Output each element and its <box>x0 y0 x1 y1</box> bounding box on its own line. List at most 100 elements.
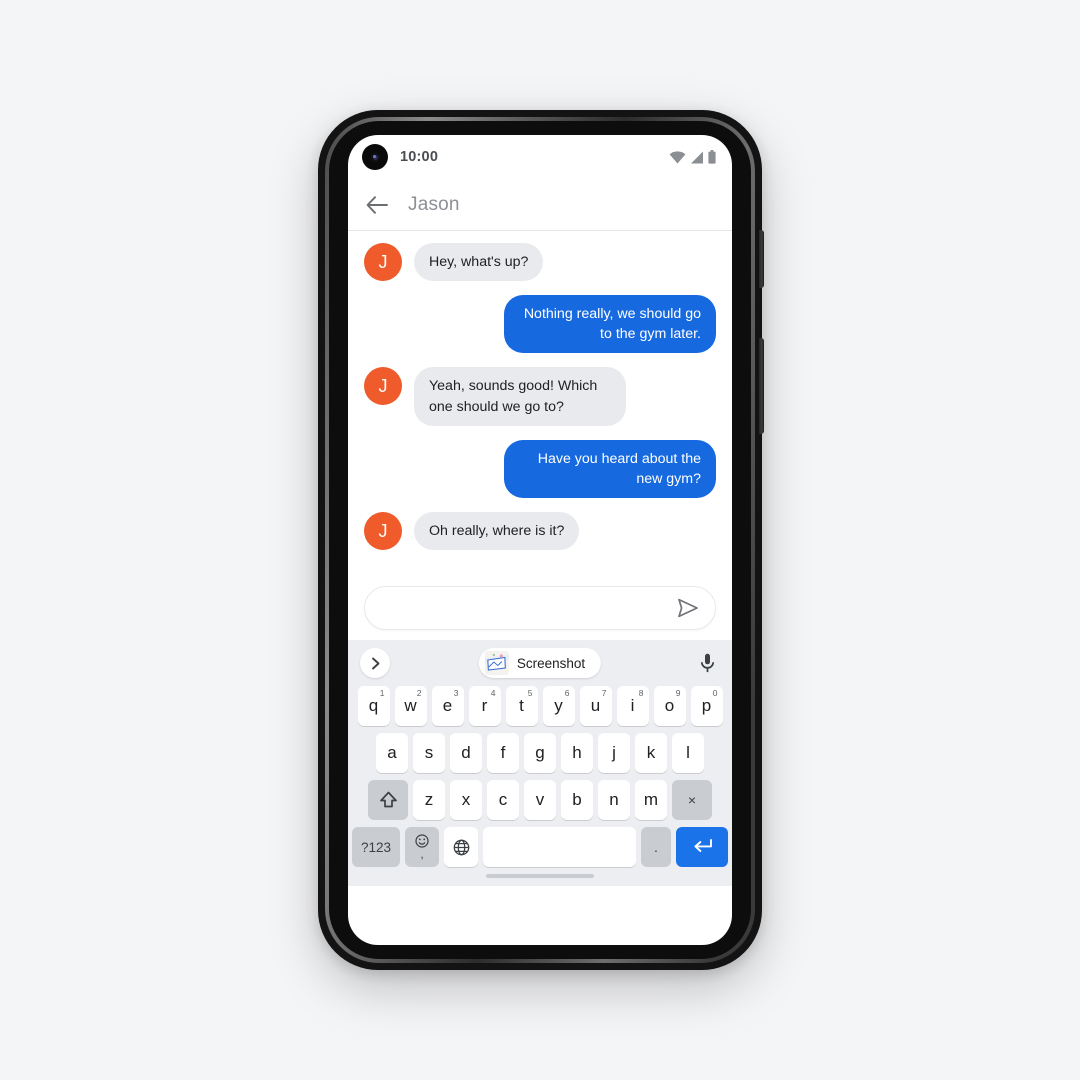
language-key[interactable] <box>444 827 478 867</box>
message-row: J Hey, what's up? <box>364 243 716 282</box>
message-row: J Yeah, sounds good! Which one should we… <box>364 367 716 426</box>
on-screen-keyboard: Screenshot 1q 2w 3e 4r 5 t 6 y 7 u 8 i 9… <box>348 640 732 886</box>
send-button[interactable] <box>675 595 701 621</box>
message-row: Have you heard about the new gym? <box>364 439 716 499</box>
key-label: y <box>554 696 563 715</box>
key-num: 5 <box>527 688 533 698</box>
key-a[interactable]: a <box>376 733 408 773</box>
key-y[interactable]: 6y <box>542 686 575 726</box>
key-num: 6 <box>564 688 570 698</box>
period-key[interactable]: . <box>641 827 671 867</box>
key-d[interactable]: d <box>450 733 482 773</box>
compose-bar[interactable] <box>364 586 716 630</box>
key-p[interactable]: 0p <box>690 686 723 726</box>
suggestion-bar: Screenshot <box>348 640 732 686</box>
message-bubble-outgoing[interactable]: Have you heard about the new gym? <box>504 439 716 499</box>
message-bubble-incoming[interactable]: Yeah, sounds good! Which one should we g… <box>414 367 626 426</box>
key-z[interactable]: z <box>413 780 445 820</box>
keyboard-row-2: a s d f g h j k l <box>348 733 732 773</box>
key-w[interactable]: 2w <box>394 686 427 726</box>
key-label: t <box>519 696 524 715</box>
key-e[interactable]: 3e <box>431 686 464 726</box>
key-num: 1 <box>379 688 385 698</box>
microphone-icon <box>700 653 714 673</box>
volume-button[interactable] <box>759 338 764 434</box>
key-b[interactable]: b <box>561 780 593 820</box>
key-label: o <box>664 696 675 715</box>
back-button[interactable] <box>364 192 390 218</box>
suggestion-chip-label: Screenshot <box>516 655 586 671</box>
key-label: u <box>590 696 601 715</box>
enter-key[interactable] <box>676 827 728 867</box>
chevron-right-icon <box>371 657 379 669</box>
symbols-key[interactable]: ?123 <box>352 827 400 867</box>
key-q[interactable]: 1q <box>357 686 390 726</box>
key-t[interactable]: 5t <box>505 686 538 726</box>
shift-key[interactable] <box>368 780 408 820</box>
key-num: 4 <box>490 688 496 698</box>
emoji-key[interactable]: , <box>405 827 439 867</box>
power-button[interactable] <box>759 230 764 288</box>
keyboard-row-4: ?123 , . <box>348 827 732 867</box>
key-num: 2 <box>416 688 422 698</box>
send-icon <box>678 598 698 618</box>
key-m[interactable]: m <box>635 780 667 820</box>
phone-device: 10:00 Jason J Hey, what's up? Nothing re… <box>318 110 764 970</box>
message-bubble-incoming[interactable]: Oh really, where is it? <box>414 512 580 551</box>
key-k[interactable]: k <box>635 733 667 773</box>
avatar: J <box>364 512 402 551</box>
key-label: w <box>404 696 417 715</box>
shift-icon <box>379 791 397 808</box>
key-l[interactable]: l <box>672 733 704 773</box>
key-label: e <box>442 696 453 715</box>
page-title: Jason <box>408 193 460 215</box>
wifi-icon <box>669 150 686 163</box>
avatar: J <box>364 367 402 406</box>
key-num: 8 <box>638 688 644 698</box>
status-time: 10:00 <box>400 149 439 165</box>
key-f[interactable]: f <box>487 733 519 773</box>
message-row: J Oh really, where is it? <box>364 512 716 551</box>
space-key[interactable] <box>483 827 636 867</box>
enter-icon <box>693 839 712 852</box>
key-r[interactable]: 4r <box>468 686 501 726</box>
key-h[interactable]: h <box>561 733 593 773</box>
key-c[interactable]: c <box>487 780 519 820</box>
expand-suggestions-button[interactable] <box>360 648 390 678</box>
key-x[interactable]: x <box>450 780 482 820</box>
message-thread: J Hey, what's up? Nothing really, we sho… <box>348 231 732 582</box>
key-label: q <box>368 696 379 715</box>
key-j[interactable]: j <box>598 733 630 773</box>
key-o[interactable]: 9o <box>653 686 686 726</box>
page-background: 10:00 Jason J Hey, what's up? Nothing re… <box>0 0 1080 1080</box>
key-i[interactable]: 8i <box>616 686 649 726</box>
emoji-icon <box>415 834 429 848</box>
message-row: Nothing really, we should go to the gym … <box>364 295 716 354</box>
avatar: J <box>364 243 402 281</box>
backspace-key[interactable]: × <box>672 780 712 820</box>
key-label: i <box>630 696 635 715</box>
globe-icon <box>453 839 469 855</box>
key-num: 9 <box>675 688 681 698</box>
cellular-signal-icon <box>691 151 703 163</box>
key-v[interactable]: v <box>524 780 556 820</box>
key-label: p <box>701 696 712 715</box>
keyboard-row-1: 1q 2w 3e 4r 5t 6y 7u 8i 9o 0p <box>348 686 732 726</box>
screenshot-thumbnail-icon <box>484 651 509 675</box>
message-input[interactable] <box>383 600 675 616</box>
phone-screen: 10:00 Jason J Hey, what's up? Nothing re… <box>348 135 732 945</box>
message-bubble-incoming[interactable]: Hey, what's up? <box>414 243 544 282</box>
key-n[interactable]: n <box>598 780 630 820</box>
key-num: 7 <box>601 688 607 698</box>
app-header: Jason <box>348 179 732 231</box>
message-bubble-outgoing[interactable]: Nothing really, we should go to the gym … <box>504 295 716 354</box>
suggestion-chip-screenshot[interactable]: Screenshot <box>478 648 602 678</box>
key-s[interactable]: s <box>413 733 445 773</box>
key-g[interactable]: g <box>524 733 556 773</box>
front-camera <box>362 144 388 170</box>
voice-input-button[interactable] <box>694 650 720 676</box>
home-indicator[interactable] <box>486 874 594 878</box>
key-u[interactable]: 7u <box>579 686 612 726</box>
compose-area <box>348 582 732 640</box>
key-label: r <box>481 696 488 715</box>
